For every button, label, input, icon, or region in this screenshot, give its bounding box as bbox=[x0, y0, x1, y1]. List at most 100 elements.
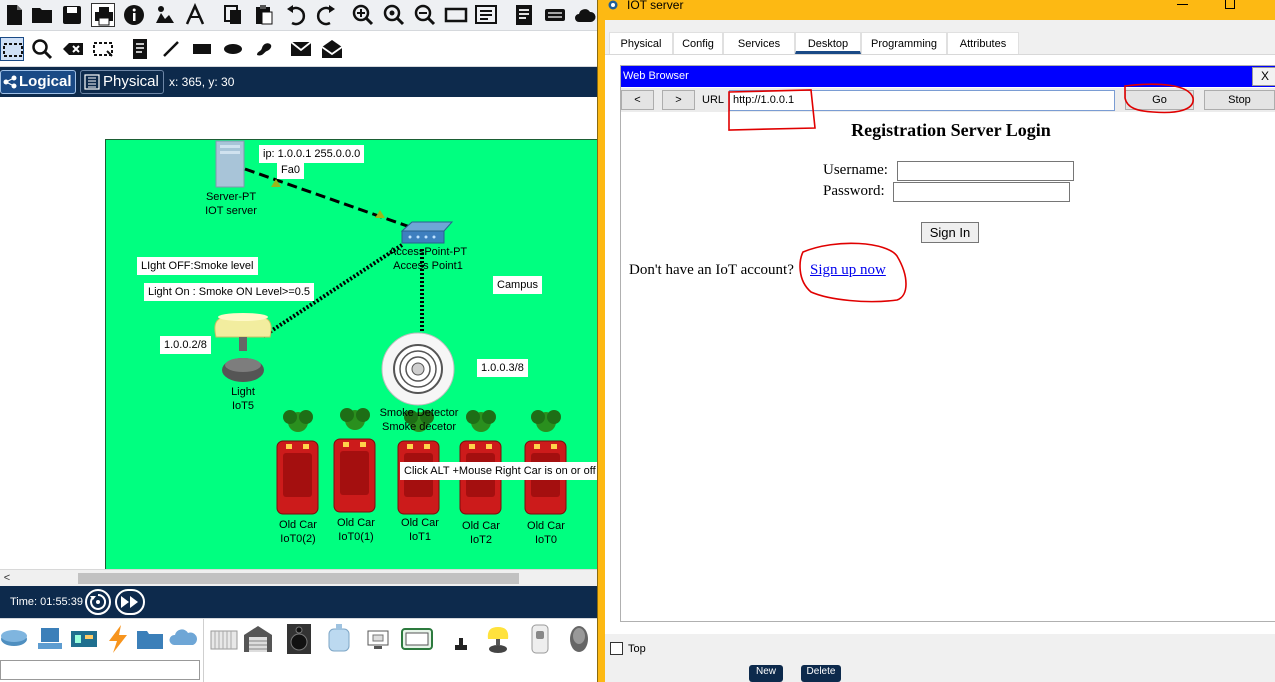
sign-in-button[interactable]: Sign In bbox=[921, 222, 979, 243]
zoom-in-icon[interactable] bbox=[351, 3, 375, 27]
lamp-icon[interactable] bbox=[482, 623, 514, 655]
car-device-1[interactable] bbox=[333, 408, 376, 513]
smoke-ip-note[interactable]: 1.0.0.3/8 bbox=[477, 359, 528, 377]
tab-attributes[interactable]: Attributes bbox=[947, 32, 1019, 54]
sign-up-link[interactable]: Sign up now bbox=[810, 262, 886, 279]
humidifier-icon[interactable] bbox=[323, 623, 355, 655]
server-ip-note[interactable]: ip: 1.0.0.1 255.0.0.0 bbox=[259, 145, 365, 163]
tab-config[interactable]: Config bbox=[673, 32, 723, 54]
network-devices-icon[interactable] bbox=[0, 623, 32, 655]
siren-icon[interactable] bbox=[563, 623, 595, 655]
delete-icon[interactable] bbox=[61, 37, 85, 61]
garage-door-icon[interactable] bbox=[242, 623, 274, 655]
connections-icon[interactable] bbox=[101, 623, 133, 655]
scroll-left-arrow[interactable]: < bbox=[0, 571, 14, 585]
smoke-detector-device[interactable] bbox=[381, 332, 455, 406]
drawing-palette-icon[interactable] bbox=[444, 3, 468, 27]
back-button[interactable]: < bbox=[621, 90, 654, 110]
redo-icon[interactable] bbox=[314, 3, 338, 27]
access-point-device[interactable] bbox=[400, 221, 454, 244]
top-label: Top bbox=[628, 643, 646, 655]
url-input[interactable]: http://1.0.0.1 bbox=[729, 90, 1115, 111]
tab-physical[interactable]: Physical bbox=[609, 32, 673, 54]
line-icon[interactable] bbox=[159, 37, 183, 61]
thermostat-icon[interactable] bbox=[401, 623, 433, 655]
select-icon[interactable] bbox=[0, 37, 24, 61]
iot-server-window: IOT server Physical Config Services Desk… bbox=[597, 0, 1275, 682]
tab-desktop[interactable]: Desktop bbox=[795, 32, 861, 54]
add-complex-pdu-icon[interactable] bbox=[320, 37, 344, 61]
window-titlebar[interactable]: IOT server bbox=[598, 0, 1275, 14]
new-file-icon[interactable] bbox=[2, 3, 26, 27]
rectangle-icon[interactable] bbox=[190, 37, 214, 61]
fast-forward-button[interactable] bbox=[115, 589, 145, 615]
scroll-thumb[interactable] bbox=[78, 573, 519, 584]
motion-detector-icon[interactable] bbox=[524, 623, 556, 655]
light-off-note[interactable]: LIght OFF:Smoke level bbox=[137, 257, 258, 275]
resize-icon[interactable] bbox=[91, 37, 115, 61]
print-icon[interactable] bbox=[91, 3, 115, 27]
router-icon[interactable] bbox=[543, 3, 567, 27]
radiator-icon[interactable] bbox=[208, 623, 240, 655]
webcam-icon[interactable] bbox=[362, 623, 394, 655]
minimize-icon[interactable] bbox=[1177, 4, 1188, 5]
end-devices-icon[interactable] bbox=[35, 623, 67, 655]
bottom-strip: New Delete bbox=[700, 665, 870, 682]
miscellaneous-icon[interactable] bbox=[134, 623, 166, 655]
cloud-icon[interactable] bbox=[573, 3, 597, 27]
car-label-1: Old Car IoT0(1) bbox=[337, 517, 375, 543]
go-button[interactable]: Go bbox=[1125, 90, 1194, 110]
undo-icon[interactable] bbox=[284, 3, 308, 27]
light-ip-note[interactable]: 1.0.0.2/8 bbox=[160, 336, 211, 354]
lawn-sprinkler-icon[interactable] bbox=[445, 623, 477, 655]
tab-programming[interactable]: Programming bbox=[861, 32, 947, 54]
logical-workspace-canvas[interactable]: ip: 1.0.0.1 255.0.0.0 Fa0 LIght OFF:Smok… bbox=[0, 97, 600, 569]
logical-label: Logical bbox=[19, 73, 72, 90]
reset-icon bbox=[90, 593, 107, 610]
device-search-input[interactable] bbox=[0, 660, 200, 680]
top-checkbox[interactable] bbox=[610, 642, 623, 655]
fa0-note[interactable]: Fa0 bbox=[277, 161, 304, 179]
browser-page: Registration Server Login Username: Pass… bbox=[621, 113, 1275, 621]
browser-close-button[interactable]: X bbox=[1252, 67, 1275, 86]
username-field[interactable] bbox=[897, 161, 1074, 181]
car-hint-note[interactable]: Click ALT +Mouse Right Car is on or off bbox=[400, 462, 600, 480]
physical-tab[interactable]: Physical bbox=[80, 70, 164, 94]
open-folder-icon[interactable] bbox=[30, 3, 54, 27]
campus-note[interactable]: Campus bbox=[493, 276, 542, 294]
custom-device-icon[interactable] bbox=[474, 3, 498, 27]
paste-icon[interactable] bbox=[252, 3, 276, 27]
multiuser-icon[interactable] bbox=[168, 623, 200, 655]
server-device[interactable] bbox=[215, 140, 245, 188]
realtime-bar: Time: 01:55:39 bbox=[0, 586, 600, 618]
server-ap-link[interactable] bbox=[244, 167, 411, 229]
maximize-icon[interactable] bbox=[1225, 0, 1235, 9]
horizontal-scrollbar[interactable]: < bbox=[0, 569, 600, 586]
delete-scenario-button[interactable]: Delete bbox=[801, 665, 841, 682]
components-icon[interactable] bbox=[68, 623, 100, 655]
tab-services[interactable]: Services bbox=[723, 32, 795, 54]
logical-tab[interactable]: Logical bbox=[0, 70, 76, 94]
add-pdu-icon[interactable] bbox=[289, 37, 313, 61]
password-field[interactable] bbox=[893, 182, 1070, 202]
activity-wizard-icon[interactable] bbox=[183, 2, 207, 27]
car-device-0[interactable] bbox=[276, 410, 319, 515]
speaker-icon[interactable] bbox=[283, 623, 315, 655]
ellipse-icon[interactable] bbox=[221, 37, 245, 61]
save-icon[interactable] bbox=[60, 3, 84, 27]
zoom-reset-icon[interactable] bbox=[382, 3, 406, 27]
note-icon[interactable] bbox=[128, 37, 152, 61]
info-icon[interactable] bbox=[122, 3, 146, 27]
forward-button[interactable]: > bbox=[662, 90, 695, 110]
zoom-out-icon[interactable] bbox=[413, 3, 437, 27]
network-wizard-icon[interactable] bbox=[153, 3, 177, 27]
new-scenario-button[interactable]: New bbox=[749, 665, 783, 682]
text-file-icon[interactable] bbox=[512, 3, 536, 27]
stop-button[interactable]: Stop bbox=[1204, 90, 1275, 110]
light-device[interactable] bbox=[214, 313, 272, 382]
freeform-icon[interactable] bbox=[252, 37, 276, 61]
light-on-note[interactable]: Light On : Smoke ON Level>=0.5 bbox=[144, 283, 315, 301]
power-cycle-button[interactable] bbox=[85, 589, 111, 615]
inspect-icon[interactable] bbox=[30, 37, 54, 61]
copy-icon[interactable] bbox=[221, 3, 245, 27]
